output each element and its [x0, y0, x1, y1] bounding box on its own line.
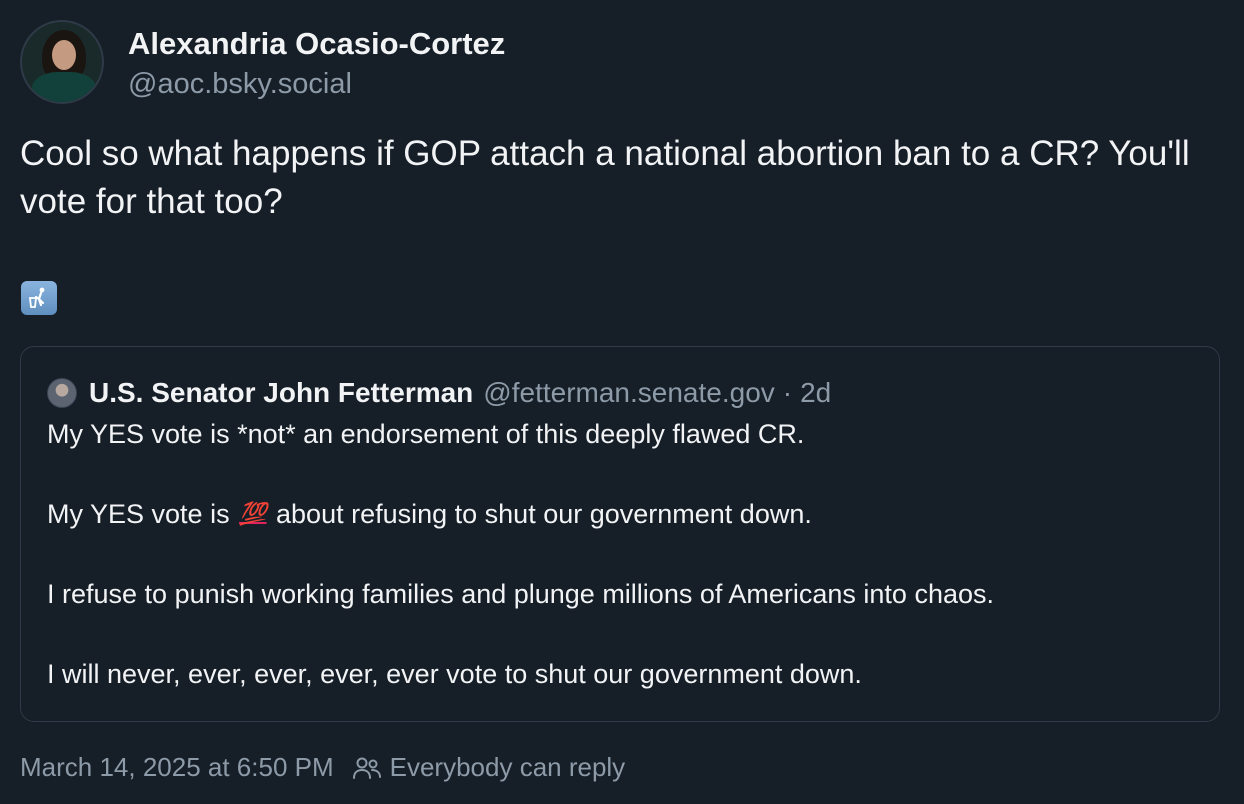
people-icon	[352, 755, 382, 781]
quoted-post-time[interactable]: 2d	[800, 377, 831, 409]
quoted-author-name[interactable]: U.S. Senator John Fetterman	[89, 377, 473, 409]
quoted-author-handle[interactable]: @fetterman.senate.gov	[483, 377, 774, 409]
quoted-line-end: about refusing to shut our government do…	[276, 499, 812, 529]
author-avatar[interactable]	[20, 20, 104, 104]
quoted-post[interactable]: U.S. Senator John Fetterman @fetterman.s…	[20, 346, 1220, 722]
post-meta: March 14, 2025 at 6:50 PM Everybody can …	[20, 752, 625, 783]
put-litter-in-its-place-icon	[21, 281, 57, 315]
post-timestamp[interactable]: March 14, 2025 at 6:50 PM	[20, 752, 334, 783]
quoted-line-start: My YES vote is	[47, 499, 230, 529]
reply-setting[interactable]: Everybody can reply	[390, 752, 626, 783]
quoted-line: My YES vote is 💯 about refusing to shut …	[47, 497, 1193, 577]
author-handle[interactable]: @aoc.bsky.social	[128, 64, 505, 104]
hundred-points-icon: 💯	[239, 501, 267, 526]
separator-dot: ·	[782, 377, 793, 408]
author-display-name[interactable]: Alexandria Ocasio-Cortez	[128, 24, 505, 64]
quoted-post-text: My YES vote is *not* an endorsement of t…	[47, 417, 1193, 697]
quoted-line: My YES vote is *not* an endorsement of t…	[47, 419, 805, 449]
post-card: Alexandria Ocasio-Cortez @aoc.bsky.socia…	[0, 0, 1244, 804]
post-author[interactable]: Alexandria Ocasio-Cortez @aoc.bsky.socia…	[20, 20, 505, 104]
quoted-line: I refuse to punish working families and …	[47, 579, 994, 609]
post-text: Cool so what happens if GOP attach a nat…	[20, 134, 1190, 221]
quoted-line: I will never, ever, ever, ever, ever vot…	[47, 659, 862, 689]
quoted-author-avatar[interactable]	[47, 378, 77, 408]
